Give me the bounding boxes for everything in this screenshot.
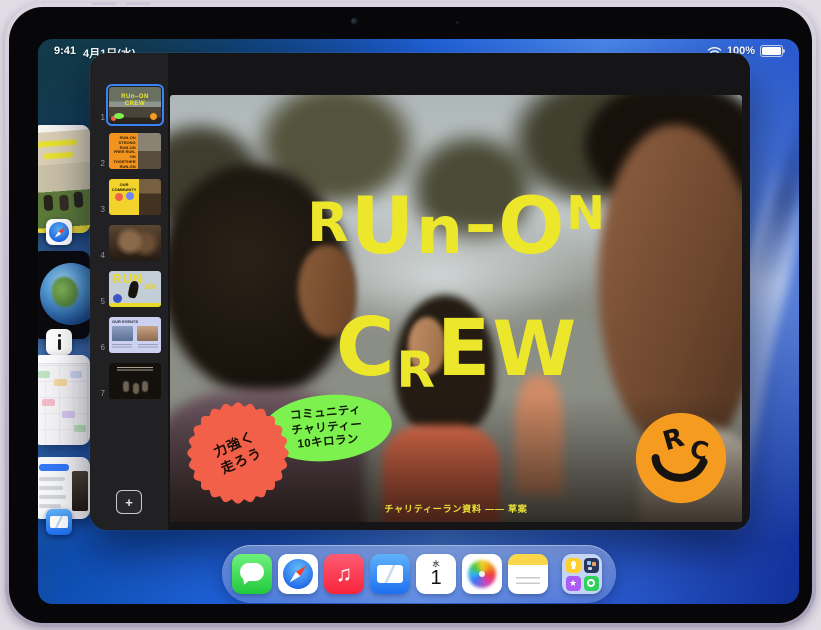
folder-app-icon[interactable] [562, 554, 602, 594]
mail-compose-pill [39, 464, 69, 471]
slide-thumbnail-row: 3 OUR COMMUNITY [96, 179, 168, 215]
messages-app-icon[interactable] [232, 554, 272, 594]
stage-window-maps[interactable] [38, 251, 90, 339]
safari-app-icon[interactable] [278, 554, 318, 594]
mail-app-badge[interactable] [46, 509, 72, 535]
slide-number: 4 [96, 251, 105, 261]
ipad-device-photo: 9:41 4月1日(水) 100% [0, 0, 821, 630]
title-letter: E [437, 299, 490, 399]
starburst-sticker[interactable]: 力強く走ろう [186, 401, 290, 505]
slide-navigator: 1 RUn–ONCREW 2 RUN-ON STRONG RUN-ON FREE RU… [90, 53, 168, 530]
slide-number: 6 [96, 343, 105, 353]
title-letter: W [492, 299, 576, 399]
add-slide-button[interactable]: + [116, 490, 142, 514]
slide-thumbnail-5[interactable]: RUN10K [109, 271, 161, 307]
slide-thumbnail-4[interactable] [109, 225, 161, 261]
slide-thumbnail-row: 6 OUR EVENTS [96, 317, 168, 353]
slide-number: 3 [96, 205, 105, 215]
slide-1-canvas[interactable]: RUn–ON CREW コミュニティチャリティー10キロラン [170, 95, 742, 522]
ipad-frame: 9:41 4月1日(水) 100% [5, 3, 816, 627]
slide-thumbnail-row: 2 RUN-ON STRONG RUN-ON FREE RUN-ON TOGETH… [96, 133, 168, 169]
battery-icon [760, 45, 783, 57]
photos-app-icon[interactable] [462, 554, 502, 594]
slide-canvas: RUn–ON CREW コミュニティチャリティー10キロラン [168, 53, 750, 530]
clock: 9:41 [54, 45, 76, 61]
ipad-screen: 9:41 4月1日(水) 100% [38, 39, 799, 604]
front-camera [351, 18, 358, 25]
title-letter: N [566, 167, 605, 259]
keynote-window: Run-On Crew資料 [90, 53, 750, 530]
maps-landmass [52, 277, 78, 307]
slide-number: 7 [96, 389, 105, 399]
title-letter: C [336, 298, 395, 398]
slide-thumbnail-2[interactable]: RUN-ON STRONG RUN-ON FREE RUN-ON TOGETHE… [109, 133, 161, 169]
slide-thumbnail-row: 7 [96, 363, 168, 399]
star-mini-icon [566, 576, 581, 591]
stage-window-safari[interactable] [38, 125, 90, 233]
title-letter: R [397, 320, 436, 420]
ring-mini-icon [584, 576, 599, 591]
safari-app-badge[interactable] [46, 219, 72, 245]
title-letter: R [307, 177, 349, 269]
dock: 水1 [222, 545, 616, 603]
slide-number: 2 [96, 159, 105, 169]
calendar-day: 1 [430, 569, 441, 588]
front-sensor [456, 21, 459, 24]
title-letter: U [351, 181, 414, 273]
rc-smiley-logo[interactable]: R C [634, 411, 728, 505]
slide-caption[interactable]: チャリティーラン資料 ―― 草案 [170, 502, 742, 515]
slide-thumbnail-row: 5 RUN10K [96, 271, 168, 307]
slide-thumbnail-row: 1 RUn–ONCREW [96, 87, 168, 123]
calendar-app-icon[interactable]: 水1 [416, 554, 456, 594]
title-letter: – [465, 178, 496, 270]
notes-app-icon[interactable] [508, 554, 548, 594]
ipad-bezel: 9:41 4月1日(水) 100% [9, 7, 812, 623]
wallpaper-streak [748, 100, 799, 298]
mail-message-preview [72, 471, 88, 511]
volume-up-button [91, 2, 117, 5]
grid-mini-icon [584, 558, 599, 573]
title-letter: n [416, 185, 463, 277]
volume-down-button [125, 2, 151, 5]
white-app-badge[interactable] [46, 329, 72, 355]
slide-thumbnail-row: 4 [96, 225, 168, 261]
slide-thumbnail-7[interactable] [109, 363, 161, 399]
title-letter: O [498, 181, 564, 273]
slide-thumbnail-1[interactable]: RUn–ONCREW [109, 87, 161, 123]
safari-page-preview [38, 129, 90, 233]
bulb-mini-icon [566, 558, 581, 573]
music-app-icon[interactable] [324, 554, 364, 594]
calendar-toolbar [38, 355, 90, 364]
slide-thumbnail-6[interactable]: OUR EVENTS [109, 317, 161, 353]
slide-number: 1 [96, 113, 105, 123]
mail-app-icon[interactable] [370, 554, 410, 594]
slide-thumbnail-3[interactable]: OUR COMMUNITY [109, 179, 161, 215]
slide-title-text[interactable]: RUn–ON CREW [170, 181, 742, 420]
stage-window-calendar[interactable] [38, 355, 90, 445]
slide-number: 5 [96, 297, 105, 307]
